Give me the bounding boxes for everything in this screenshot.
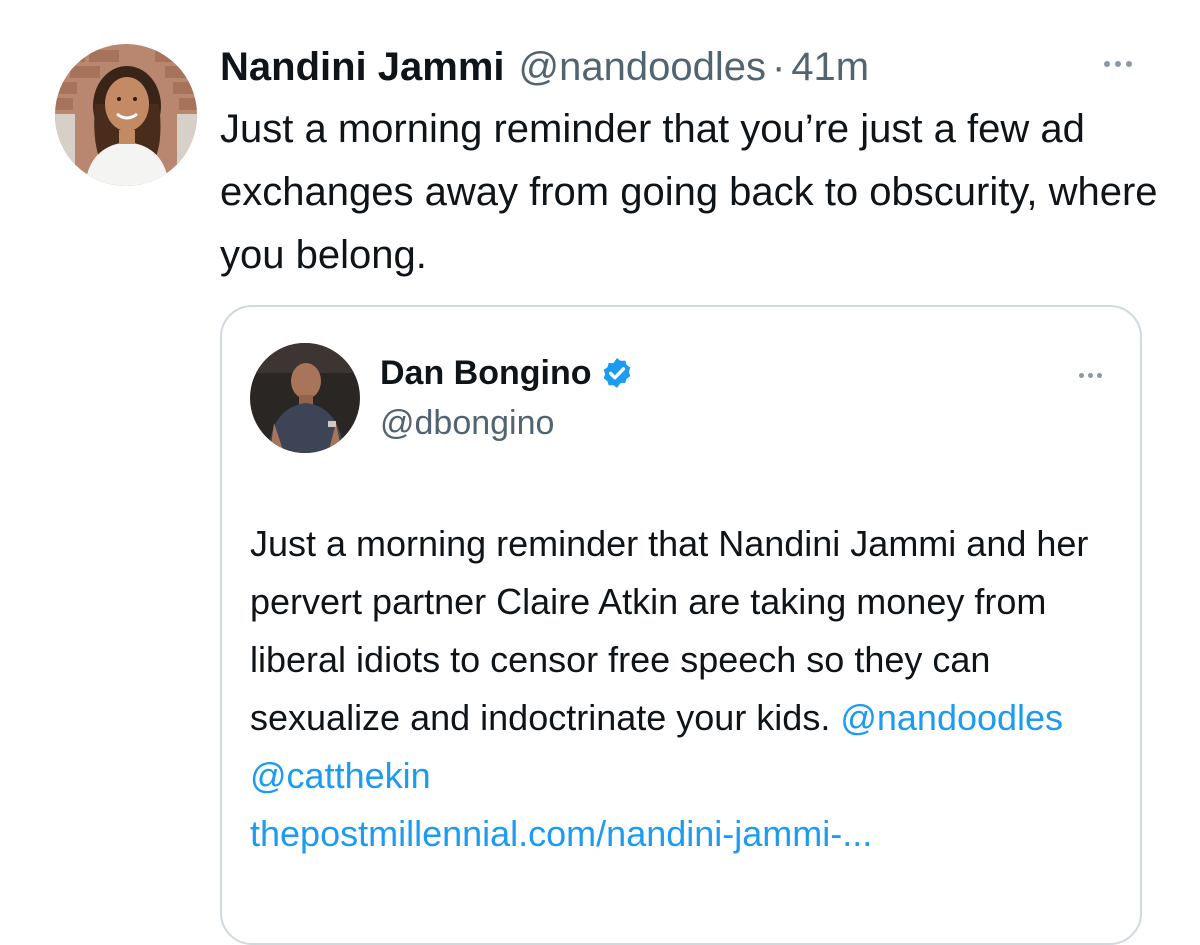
more-dots-icon[interactable]: [1096, 52, 1140, 76]
author-avatar-image: [55, 44, 197, 186]
tweet-header: Nandini Jammi @nandoodles · 41m: [220, 42, 869, 92]
quoted-author-handle[interactable]: @dbongino: [380, 401, 554, 445]
quoted-author-avatar-image: [250, 343, 360, 453]
author-name[interactable]: Nandini Jammi: [220, 42, 505, 92]
header-separator: ·: [771, 45, 786, 89]
article-link[interactable]: thepostmillennial.com/nandini-jammi-...: [250, 813, 872, 854]
verified-badge-icon: [600, 356, 634, 390]
tweet-text: Just a morning reminder that you’re just…: [220, 107, 1158, 277]
quoted-tweet-card[interactable]: Dan Bongino @dbongino Just a morning rem…: [220, 305, 1142, 945]
quoted-tweet-text: Just a morning reminder that Nandini Jam…: [250, 515, 1130, 863]
author-avatar[interactable]: [55, 44, 197, 186]
mention-link[interactable]: @nandoodles: [840, 697, 1063, 738]
quoted-author-avatar[interactable]: [250, 343, 360, 453]
quoted-author-row: Dan Bongino: [380, 351, 634, 395]
tweet: Nandini Jammi @nandoodles · 41m Just a m…: [0, 0, 1200, 945]
quoted-author-name[interactable]: Dan Bongino: [380, 351, 592, 395]
author-handle[interactable]: @nandoodles: [519, 42, 766, 92]
quoted-more-dots-icon[interactable]: [1070, 365, 1110, 385]
tweet-timestamp[interactable]: 41m: [791, 42, 869, 92]
mention-link[interactable]: @catthekin: [250, 755, 431, 796]
